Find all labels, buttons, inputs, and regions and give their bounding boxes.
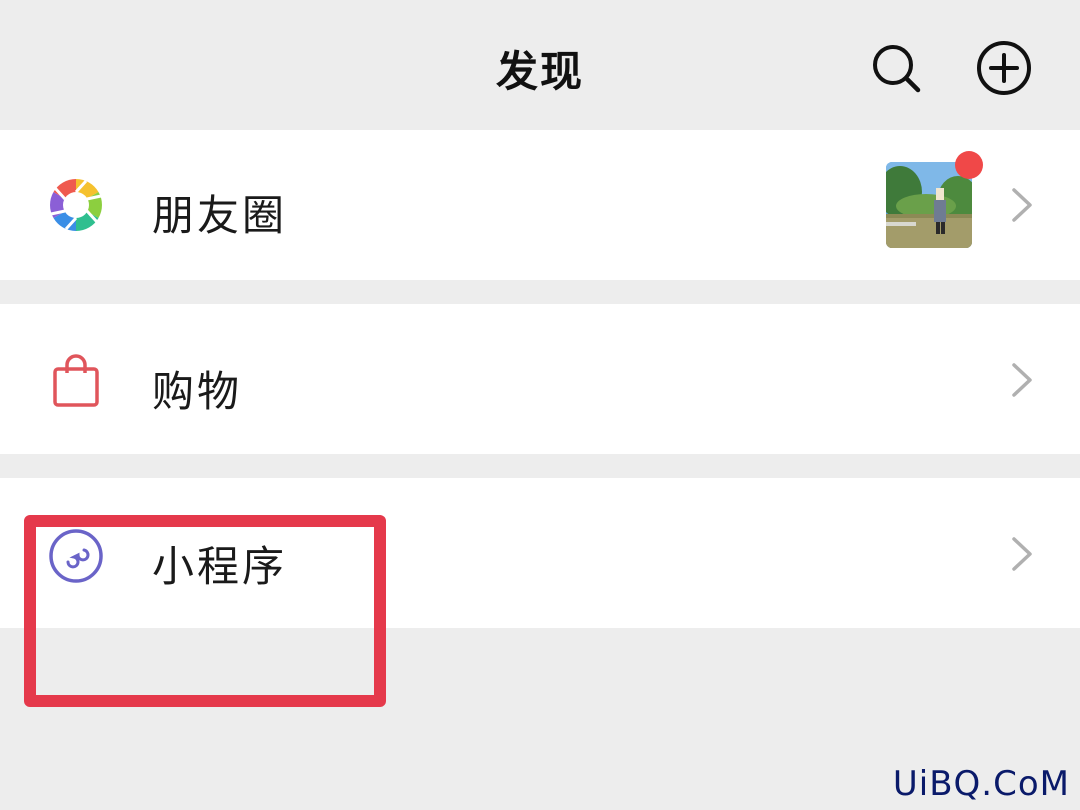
shopping-row[interactable]: 购物 bbox=[0, 304, 1080, 454]
moments-label: 朋友圈 bbox=[152, 191, 288, 240]
moments-row[interactable]: 朋友圈 bbox=[0, 130, 1080, 280]
search-icon bbox=[873, 45, 921, 93]
top-bar: 发现 bbox=[0, 0, 1080, 130]
add-button[interactable] bbox=[974, 38, 1034, 98]
chevron-right-icon bbox=[1012, 363, 1032, 397]
chevron-right-icon bbox=[1012, 537, 1032, 571]
unread-badge bbox=[955, 151, 983, 179]
camera-aperture-icon bbox=[48, 177, 104, 233]
chevron-right-icon bbox=[1012, 188, 1032, 222]
shopping-bag-icon bbox=[48, 352, 104, 408]
mini-program-icon bbox=[48, 528, 104, 584]
plus-circle-icon bbox=[977, 41, 1031, 95]
watermark-text: UiBQ.CoM bbox=[892, 764, 1070, 804]
search-button[interactable] bbox=[866, 38, 926, 98]
mini-program-label: 小程序 bbox=[152, 542, 288, 591]
shopping-label: 购物 bbox=[152, 367, 243, 416]
mini-program-row[interactable]: 小程序 bbox=[0, 478, 1080, 628]
